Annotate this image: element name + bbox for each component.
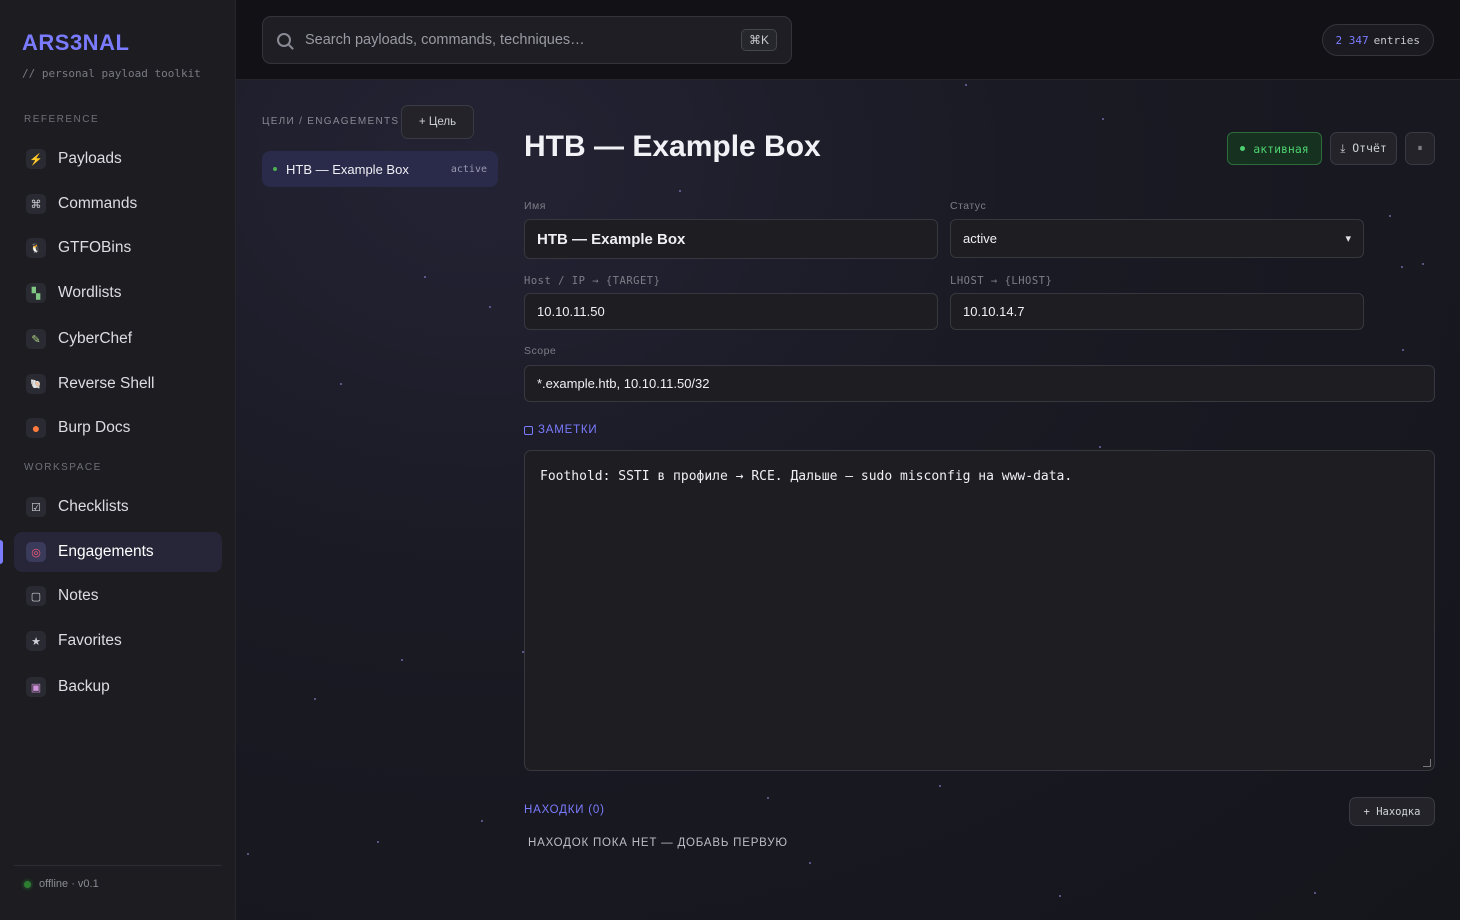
- scope-field[interactable]: *.example.htb, 10.10.11.50/32: [524, 365, 1435, 402]
- sidebar-item-backup[interactable]: ▣ Backup: [14, 667, 222, 707]
- findings-empty-state: НАХОДОК ПОКА НЕТ — ДОБАВЬ ПЕРВУЮ: [528, 837, 788, 849]
- entries-label: entries: [1373, 33, 1420, 47]
- delete-button[interactable]: ⏸: [1405, 132, 1435, 165]
- add-engagement-button[interactable]: + Цель: [401, 105, 474, 139]
- command-icon: ⌘: [26, 194, 46, 214]
- penguin-icon: 🐧: [26, 238, 46, 258]
- target-icon: ◎: [26, 542, 46, 562]
- add-finding-button[interactable]: + Находка: [1349, 797, 1435, 826]
- sidebar-item-wordlists[interactable]: ▚ Wordlists: [14, 273, 222, 313]
- sidebar-item-cyberchef[interactable]: ✎ CyberChef: [14, 319, 222, 359]
- sidebar-item-payloads[interactable]: ⚡ Payloads: [14, 139, 222, 179]
- sidebar-item-label: Wordlists: [58, 284, 122, 301]
- brand-tagline: // personal payload toolkit: [22, 67, 201, 80]
- sidebar-item-notes[interactable]: ▢ Notes: [14, 576, 222, 616]
- scope-label: Scope: [524, 345, 557, 357]
- engagement-name: HTB — Example Box: [286, 161, 409, 177]
- sidebar-item-label: Backup: [58, 678, 110, 695]
- sidebar-item-commands[interactable]: ⌘ Commands: [14, 184, 222, 224]
- notes-text: Foothold: SSTI в профиле → RCE. Дальше —…: [540, 469, 1073, 484]
- sidebar-item-label: GTFOBins: [58, 239, 132, 256]
- engagements-label: ЦЕЛИ / ENGAGEMENTS: [262, 116, 400, 127]
- sidebar-item-burp-docs[interactable]: ● Burp Docs: [14, 408, 222, 448]
- sidebar-item-label: Commands: [58, 195, 138, 212]
- name-field[interactable]: HTB — Example Box: [524, 219, 938, 259]
- chevron-down-icon: ▾: [1345, 233, 1351, 245]
- status-pill[interactable]: активная: [1227, 132, 1322, 165]
- sidebar-item-checklists[interactable]: ☑ Checklists: [14, 487, 222, 527]
- status-pill-label: активная: [1253, 141, 1309, 156]
- entries-counter: 2 347 entries: [1321, 24, 1434, 56]
- brand-logo[interactable]: ARS3NAL: [22, 30, 129, 56]
- host-field[interactable]: 10.10.11.50: [524, 293, 938, 330]
- lightning-icon: ⚡: [26, 149, 46, 169]
- search-bar[interactable]: ⌘K: [262, 16, 792, 64]
- main-content: ЦЕЛИ / ENGAGEMENTS + Цель HTB — Example …: [236, 80, 1460, 920]
- engagement-list-item[interactable]: HTB — Example Box active: [262, 151, 498, 187]
- lhost-field[interactable]: 10.10.14.7: [950, 293, 1364, 330]
- wordlist-icon: ▚: [26, 283, 46, 303]
- status-label: Статус: [950, 200, 987, 212]
- pencil-icon: ✎: [26, 329, 46, 349]
- burp-icon: ●: [26, 418, 46, 438]
- status-text: offline · v0.1: [39, 878, 99, 890]
- status-dot-icon: [24, 880, 31, 888]
- entries-count: 2 347: [1335, 33, 1369, 47]
- note-icon: ▢: [26, 586, 46, 606]
- notes-label: ЗАМЕТКИ: [524, 424, 597, 436]
- sidebar-item-label: Notes: [58, 587, 99, 604]
- sidebar-item-label: CyberChef: [58, 330, 133, 347]
- search-input[interactable]: [305, 32, 741, 48]
- section-label-workspace: WORKSPACE: [24, 462, 102, 473]
- report-button[interactable]: ⤓ Отчёт: [1330, 132, 1397, 165]
- findings-label: НАХОДКИ (0): [524, 804, 605, 816]
- lhost-label: LHOST → {LHOST}: [950, 275, 1053, 287]
- sidebar-item-label: Reverse Shell: [58, 375, 155, 392]
- star-icon: ★: [26, 631, 46, 651]
- sidebar-item-favorites[interactable]: ★ Favorites: [14, 621, 222, 661]
- sidebar-item-label: Favorites: [58, 632, 122, 649]
- sidebar-item-engagements[interactable]: ◎ Engagements: [14, 532, 222, 572]
- note-icon: [524, 425, 533, 435]
- resize-handle-icon[interactable]: [1423, 759, 1431, 767]
- status-select[interactable]: active ▾: [950, 219, 1364, 258]
- sidebar: ARS3NAL // personal payload toolkit REFE…: [0, 0, 236, 920]
- sidebar-item-label: Payloads: [58, 150, 122, 167]
- sidebar-divider: [14, 865, 222, 866]
- search-icon: [277, 33, 291, 47]
- sidebar-item-reverse-shell[interactable]: 🐚 Reverse Shell: [14, 364, 222, 404]
- host-label: Host / IP → {TARGET}: [524, 275, 661, 287]
- name-label: Имя: [524, 200, 546, 212]
- shell-icon: 🐚: [26, 374, 46, 394]
- shortcut-badge: ⌘K: [740, 29, 777, 51]
- sidebar-item-gtfobins[interactable]: 🐧 GTFOBins: [14, 228, 222, 268]
- sidebar-item-label: Burp Docs: [58, 419, 131, 436]
- status-dot-icon: [273, 167, 277, 171]
- page-title: HTB — Example Box: [524, 130, 821, 163]
- status-dot-icon: [1240, 146, 1246, 151]
- status-select-value: active: [963, 231, 997, 246]
- connection-status: offline · v0.1: [24, 878, 99, 890]
- notes-textarea[interactable]: Foothold: SSTI в профиле → RCE. Дальше —…: [524, 450, 1435, 771]
- section-label-reference: REFERENCE: [24, 114, 100, 125]
- floppy-icon: ▣: [26, 677, 46, 697]
- checkbox-icon: ☑: [26, 497, 46, 517]
- engagement-status-badge: active: [450, 163, 487, 175]
- sidebar-item-label: Checklists: [58, 498, 129, 515]
- notes-label-text: ЗАМЕТКИ: [538, 424, 598, 436]
- topbar: ⌘K 2 347 entries: [236, 0, 1460, 80]
- active-indicator: [0, 540, 3, 564]
- sidebar-item-label: Engagements: [58, 543, 154, 560]
